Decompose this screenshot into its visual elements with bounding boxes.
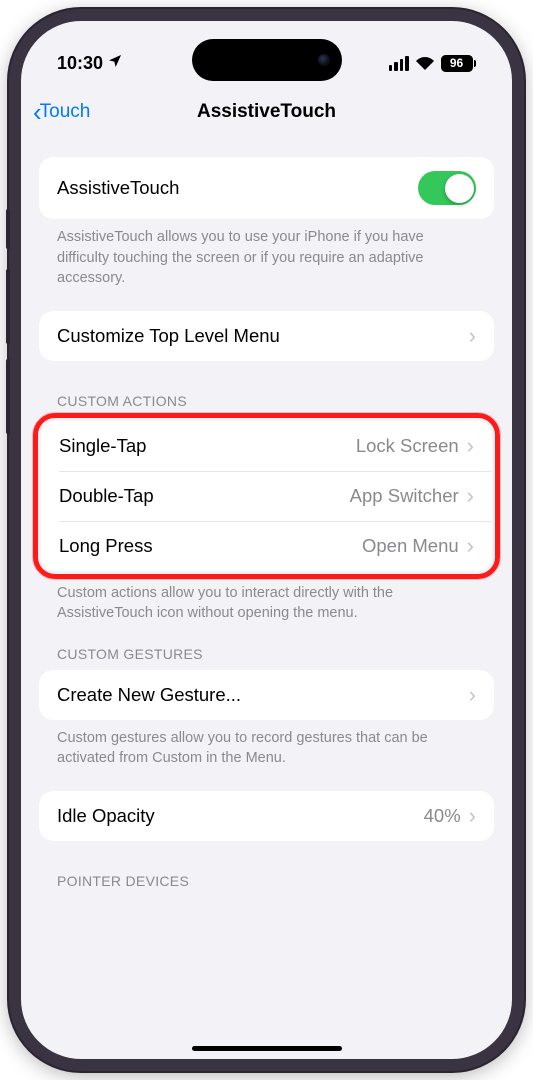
idle-opacity-group: Idle Opacity 40% ›	[39, 791, 494, 841]
single-tap-row[interactable]: Single-Tap Lock Screen ›	[41, 421, 492, 471]
page-title: AssistiveTouch	[37, 101, 496, 123]
phone-frame: 10:30 96 ‹ Tou	[9, 9, 524, 1071]
back-button[interactable]: ‹ Touch	[33, 99, 90, 125]
idle-opacity-value: 40%	[424, 805, 461, 827]
assistivetouch-toggle[interactable]	[418, 171, 476, 205]
custom-gestures-footer: Custom gestures allow you to record gest…	[39, 720, 494, 769]
custom-actions-group: Single-Tap Lock Screen › Double-Tap App …	[41, 421, 492, 571]
idle-opacity-row[interactable]: Idle Opacity 40% ›	[39, 791, 494, 841]
custom-actions-highlight: Single-Tap Lock Screen › Double-Tap App …	[33, 413, 500, 579]
chevron-right-icon: ›	[469, 684, 476, 706]
idle-opacity-label: Idle Opacity	[57, 805, 155, 827]
long-press-value: Open Menu	[362, 535, 459, 557]
double-tap-value: App Switcher	[350, 485, 459, 507]
cellular-icon	[389, 56, 409, 71]
assistivetouch-description: AssistiveTouch allows you to use your iP…	[39, 219, 494, 289]
customize-top-level-menu[interactable]: Customize Top Level Menu ›	[39, 311, 494, 361]
assistivetouch-label: AssistiveTouch	[57, 177, 179, 199]
long-press-row[interactable]: Long Press Open Menu ›	[41, 521, 492, 571]
location-icon	[107, 53, 123, 74]
home-indicator[interactable]	[192, 1046, 342, 1052]
chevron-right-icon: ›	[467, 535, 474, 557]
custom-gestures-group: Create New Gesture... ›	[39, 670, 494, 720]
single-tap-value: Lock Screen	[356, 435, 459, 457]
long-press-label: Long Press	[59, 535, 153, 557]
customize-menu-group: Customize Top Level Menu ›	[39, 311, 494, 361]
back-label: Touch	[40, 101, 91, 123]
chevron-right-icon: ›	[469, 325, 476, 347]
create-new-gesture[interactable]: Create New Gesture... ›	[39, 670, 494, 720]
customize-menu-label: Customize Top Level Menu	[57, 325, 280, 347]
pointer-devices-header: POINTER DEVICES	[39, 873, 494, 897]
double-tap-row[interactable]: Double-Tap App Switcher ›	[41, 471, 492, 521]
nav-bar: ‹ Touch AssistiveTouch	[21, 83, 512, 133]
screen: 10:30 96 ‹ Tou	[21, 21, 512, 1059]
double-tap-label: Double-Tap	[59, 485, 154, 507]
battery-icon: 96	[441, 55, 477, 72]
custom-actions-footer: Custom actions allow you to interact dir…	[39, 575, 494, 624]
custom-gestures-header: CUSTOM GESTURES	[39, 646, 494, 670]
chevron-right-icon: ›	[467, 435, 474, 457]
chevron-right-icon: ›	[467, 485, 474, 507]
dynamic-island	[192, 39, 342, 81]
assistivetouch-toggle-group: AssistiveTouch	[39, 157, 494, 219]
status-time: 10:30	[57, 53, 103, 74]
assistivetouch-toggle-row[interactable]: AssistiveTouch	[39, 157, 494, 219]
single-tap-label: Single-Tap	[59, 435, 146, 457]
create-gesture-label: Create New Gesture...	[57, 684, 241, 706]
chevron-right-icon: ›	[469, 805, 476, 827]
wifi-icon	[415, 56, 435, 71]
